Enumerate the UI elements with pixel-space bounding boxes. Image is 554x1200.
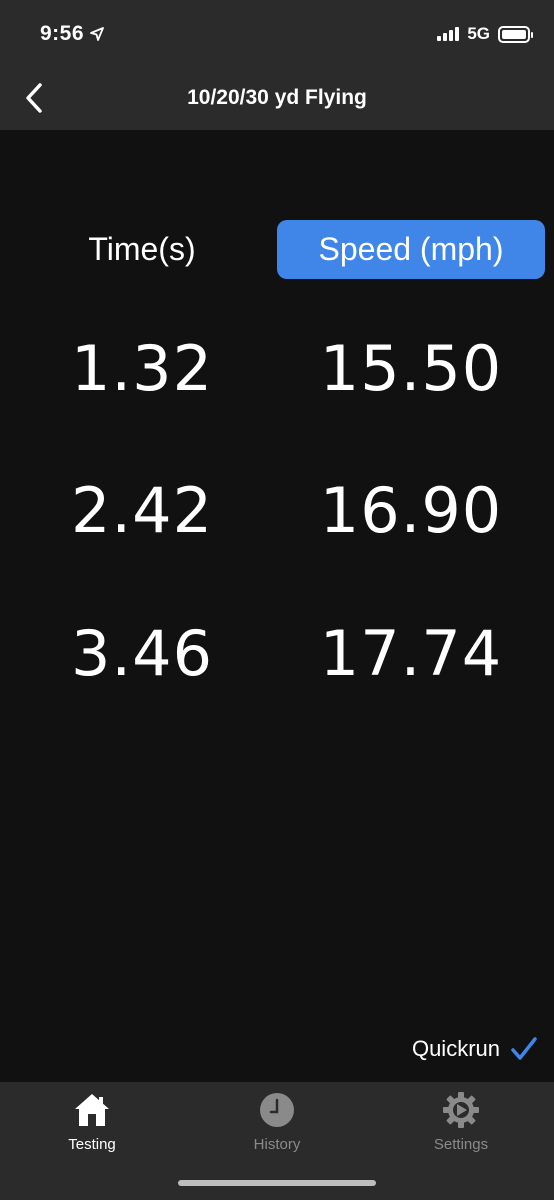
tab-history-label: History — [253, 1136, 301, 1153]
home-icon — [72, 1090, 112, 1130]
status-indicators: 5G — [437, 24, 533, 44]
split-time-3: 3.46 — [70, 617, 214, 690]
location-arrow-icon — [90, 27, 104, 41]
split-speed-1: 15.50 — [319, 332, 503, 405]
split-speed-2: 16.90 — [319, 474, 503, 547]
split-speed-3: 17.74 — [319, 617, 503, 690]
split-time-1: 1.32 — [70, 332, 214, 405]
status-bar: 9:56 5G — [0, 0, 554, 70]
top-header: 9:56 5G 10/20/30 yd Flying — [0, 0, 554, 130]
tab-testing-label: Testing — [68, 1136, 116, 1153]
battery-icon — [498, 25, 533, 43]
quickrun-toggle[interactable]: Quickrun — [412, 1036, 538, 1062]
time-unit-toggle[interactable]: Time(s) — [8, 220, 276, 279]
status-time-text: 9:56 — [40, 22, 85, 45]
split-time-2: 2.42 — [70, 474, 214, 547]
checkmark-icon — [511, 1037, 537, 1060]
clock-icon — [257, 1090, 297, 1130]
signal-bars-icon — [437, 27, 460, 41]
speed-unit-toggle[interactable]: Speed (mph) — [277, 220, 545, 279]
page-title: 10/20/30 yd Flying — [187, 86, 367, 109]
nav-bar: 10/20/30 yd Flying — [0, 70, 554, 130]
quickrun-label: Quickrun — [411, 1036, 500, 1061]
home-indicator — [178, 1180, 376, 1186]
tab-history[interactable]: History — [217, 1090, 337, 1153]
tab-settings[interactable]: Settings — [401, 1090, 521, 1153]
tab-settings-label: Settings — [433, 1136, 489, 1153]
tab-testing[interactable]: Testing — [32, 1090, 152, 1153]
status-time: 9:56 — [40, 22, 104, 46]
network-type: 5G — [467, 24, 490, 43]
gear-icon — [441, 1090, 481, 1130]
screen: 9:56 5G 10/20/30 yd Flying Time(s) Speed… — [0, 0, 554, 1200]
